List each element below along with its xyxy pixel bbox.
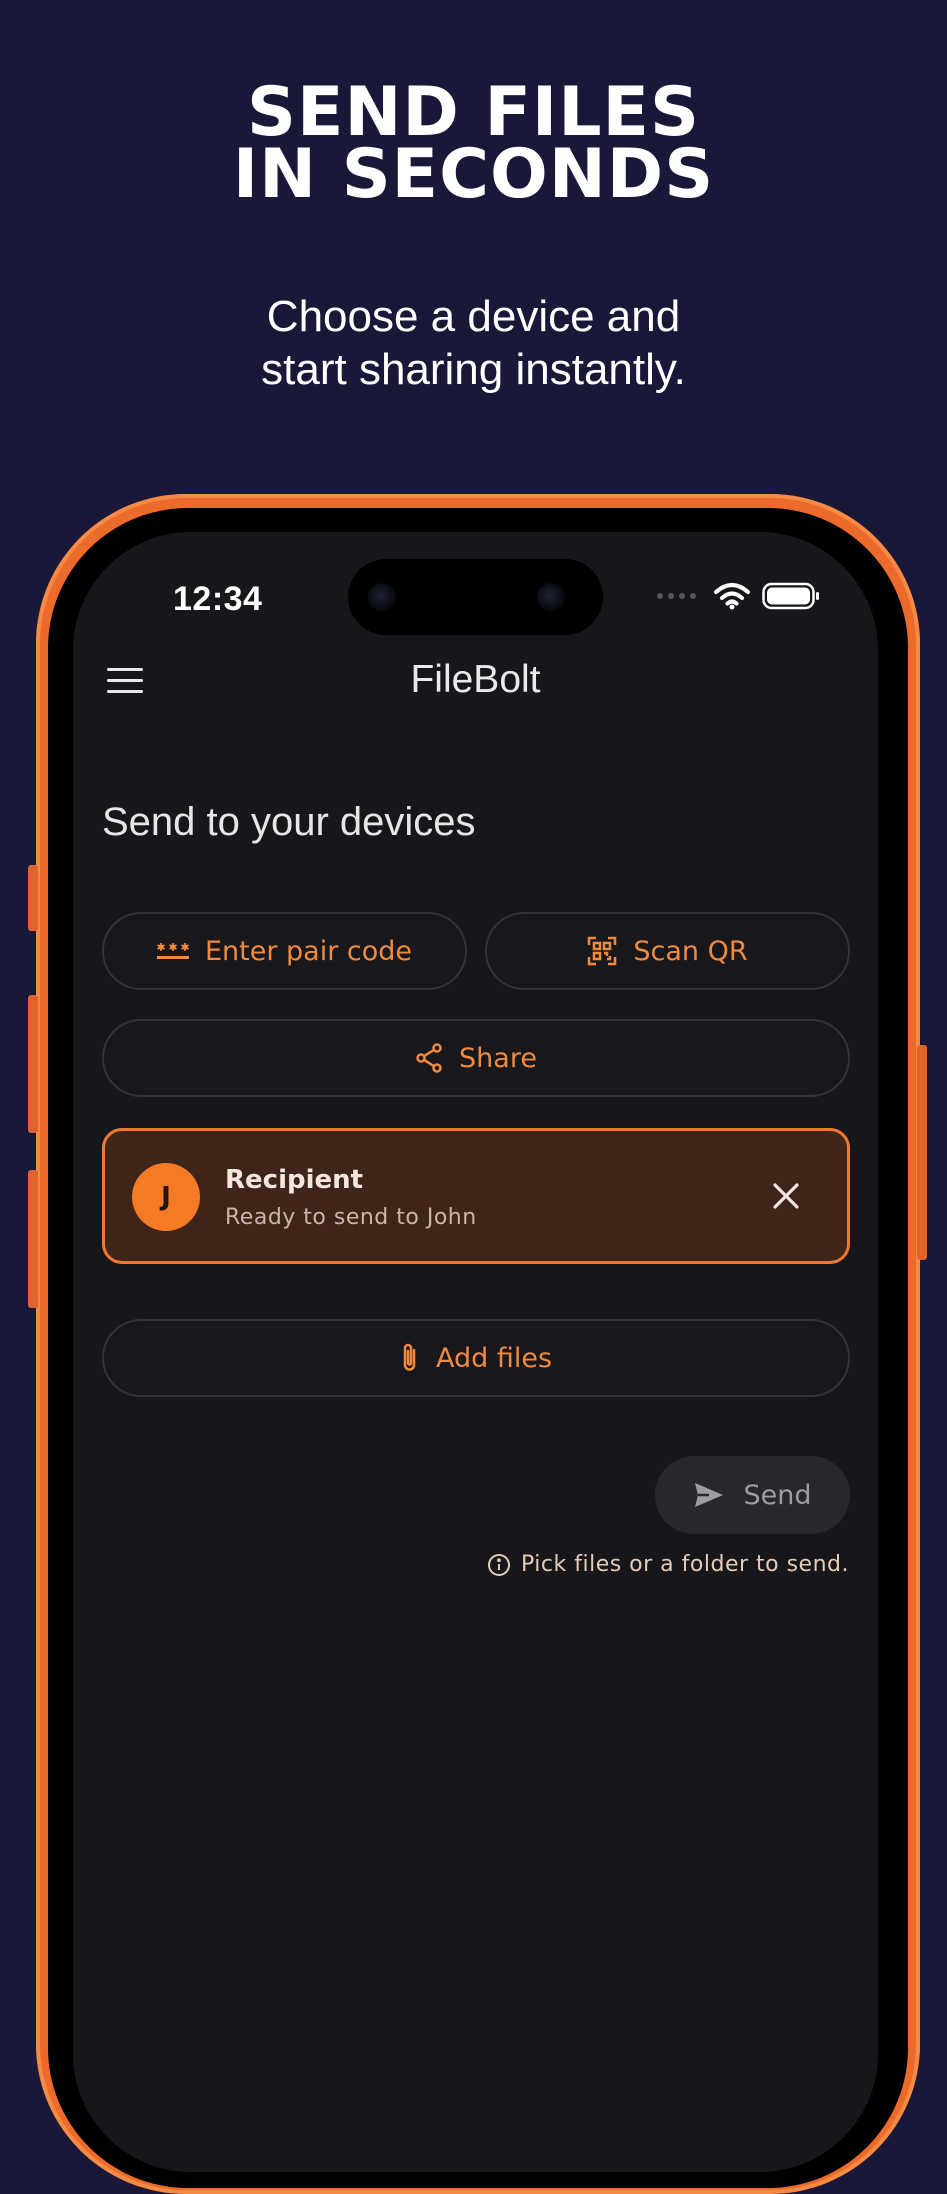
share-button[interactable]: Share	[102, 1019, 850, 1097]
share-icon	[416, 1043, 442, 1073]
side-button-volume-up	[28, 995, 38, 1133]
side-button-mute	[28, 865, 38, 931]
app-title: FileBolt	[410, 658, 541, 701]
info-icon	[488, 1553, 510, 1576]
share-label: Share	[459, 1042, 537, 1074]
avatar: J	[132, 1163, 200, 1231]
hero-subhead: Choose a device and start sharing instan…	[0, 290, 947, 396]
scan-qr-button[interactable]: Scan QR	[485, 912, 850, 990]
send-label: Send	[743, 1479, 812, 1511]
side-button-volume-down	[28, 1170, 38, 1308]
hero-headline: SEND FILES IN SECONDS	[0, 79, 947, 214]
qr-scan-icon	[588, 936, 617, 966]
battery-icon	[762, 582, 819, 610]
recipient-subtitle: Ready to send to John	[225, 1205, 477, 1230]
sensor-icon	[537, 583, 565, 611]
close-icon[interactable]	[771, 1181, 801, 1211]
camera-icon	[368, 583, 396, 611]
subhead-line-2: start sharing instantly.	[261, 345, 686, 394]
headline-line-2: IN SECONDS	[232, 135, 715, 214]
password-icon	[156, 943, 189, 959]
hint-label: Pick files or a folder to send.	[521, 1552, 849, 1577]
status-icons	[657, 582, 820, 610]
phone-screen: 12:34 FileBolt Send to your devices Ente…	[73, 532, 878, 2172]
side-button-power	[917, 1045, 927, 1260]
enter-pair-code-label: Enter pair code	[204, 935, 413, 967]
subhead-line-1: Choose a device and	[266, 292, 681, 341]
signal-icon	[657, 593, 696, 599]
dynamic-island	[348, 559, 603, 635]
recipient-title: Recipient	[225, 1165, 364, 1195]
section-title: Send to your devices	[102, 800, 476, 844]
scan-qr-label: Scan QR	[633, 935, 748, 967]
recipient-card[interactable]: J Recipient Ready to send to John	[102, 1128, 850, 1264]
paperclip-icon	[403, 1343, 416, 1371]
add-files-button[interactable]: Add files	[102, 1319, 850, 1397]
add-files-label: Add files	[435, 1342, 553, 1374]
enter-pair-code-button[interactable]: Enter pair code	[102, 912, 467, 990]
send-icon	[695, 1483, 724, 1507]
send-button[interactable]: Send	[655, 1456, 850, 1534]
status-time: 12:34	[173, 580, 263, 618]
hint-text: Pick files or a folder to send.	[487, 1552, 849, 1577]
wifi-icon	[714, 583, 750, 610]
